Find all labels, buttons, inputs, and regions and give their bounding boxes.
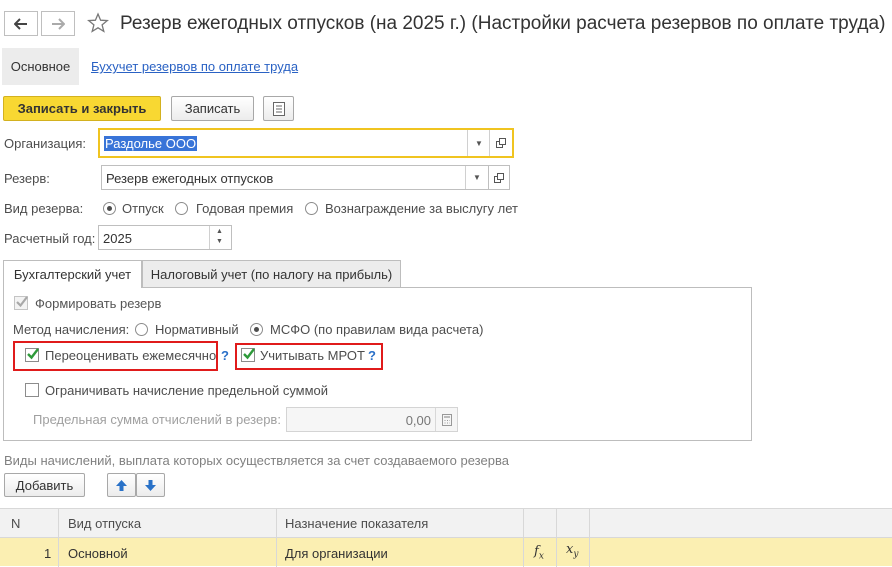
move-down-button[interactable]	[136, 473, 165, 497]
consider-mrot-label[interactable]: Учитывать МРОТ	[260, 348, 365, 363]
revalue-help-icon[interactable]: ?	[221, 348, 229, 363]
save-and-close-button[interactable]: Записать и закрыть	[3, 96, 161, 121]
limit-sum-field[interactable]: 0,00	[286, 407, 458, 432]
stepper-up-icon[interactable]: ▲	[216, 228, 223, 235]
revalue-monthly-label[interactable]: Переоценивать ежемесячно	[45, 348, 216, 363]
tab-accounting[interactable]: Бухгалтерский учет	[3, 260, 142, 288]
method-normative-radio[interactable]	[135, 323, 148, 336]
method-normative-label[interactable]: Нормативный	[155, 322, 239, 337]
kind-annual-bonus-label[interactable]: Годовая премия	[196, 201, 293, 216]
arrow-up-icon	[116, 479, 127, 491]
reserve-kind-label: Вид резерва:	[4, 201, 84, 216]
document-list-icon	[272, 101, 285, 116]
stepper-down-icon[interactable]: ▼	[216, 238, 223, 245]
reserve-value: Резерв ежегодных отпусков	[106, 171, 274, 186]
calculator-icon	[441, 413, 452, 426]
organization-label: Организация:	[4, 136, 87, 151]
tab-accounting-label: Бухгалтерский учет	[13, 267, 132, 282]
reserve-open-button[interactable]	[488, 165, 510, 190]
arrow-right-icon	[52, 17, 65, 30]
method-ifrs-label[interactable]: МСФО (по правилам вида расчета)	[270, 322, 483, 337]
add-button[interactable]: Добавить	[4, 473, 85, 497]
column-header-vacation-kind[interactable]: Вид отпуска	[68, 516, 141, 531]
save-label: Записать	[184, 101, 241, 116]
reserve-label: Резерв:	[4, 171, 50, 186]
organization-dropdown-button[interactable]: ▼	[467, 130, 490, 156]
tab-tax[interactable]: Налоговый учет (по налогу на прибыль)	[142, 260, 401, 287]
open-window-icon	[496, 138, 506, 148]
column-header-n[interactable]: N	[11, 516, 20, 531]
add-label: Добавить	[15, 477, 74, 493]
row-vacation-kind: Основной	[68, 546, 128, 561]
limit-accrual-label[interactable]: Ограничивать начисление предельной суммо…	[45, 383, 328, 398]
form-reserve-label: Формировать резерв	[35, 296, 162, 311]
chevron-down-icon: ▼	[473, 173, 481, 182]
year-stepper[interactable]: ▲ ▼	[209, 226, 231, 249]
method-ifrs-radio[interactable]	[250, 323, 263, 336]
organization-field[interactable]: Раздолье ООО ▼	[98, 128, 514, 158]
reserve-field[interactable]: Резерв ежегодных отпусков ▼	[101, 165, 489, 190]
year-field[interactable]: 2025 ▲ ▼	[98, 225, 232, 250]
row-number: 1	[44, 546, 52, 561]
organization-open-button[interactable]	[489, 130, 512, 156]
table-row[interactable]: 1 Основной Для организации fx xy	[0, 538, 892, 566]
accruals-caption: Виды начислений, выплата которых осущест…	[4, 453, 509, 468]
window-title: Резерв ежегодных отпусков (на 2025 г.) (…	[120, 13, 886, 34]
kind-vacation-label[interactable]: Отпуск	[122, 201, 164, 216]
method-label: Метод начисления:	[13, 322, 130, 337]
formula-icon[interactable]: fx	[534, 544, 544, 562]
mrot-help-icon[interactable]: ?	[368, 348, 376, 363]
tab-tax-label: Налоговый учет (по налогу на прибыль)	[150, 266, 393, 282]
kind-long-service-label[interactable]: Вознаграждение за выслугу лет	[325, 201, 518, 216]
kind-long-service-radio[interactable]	[305, 202, 318, 215]
tab-main-label: Основное	[10, 59, 71, 74]
reserve-dropdown-button[interactable]: ▼	[465, 166, 488, 189]
checkmark-icon	[16, 296, 28, 308]
accounting-reserves-link[interactable]: Бухучет резервов по оплате труда	[91, 59, 298, 74]
revalue-monthly-checkbox[interactable]	[25, 348, 39, 362]
tab-main-section[interactable]: Основное	[2, 48, 79, 85]
checkmark-icon	[243, 348, 255, 360]
arrow-left-icon	[14, 17, 27, 30]
limit-sum-value: 0,00	[405, 413, 431, 428]
kind-annual-bonus-radio[interactable]	[175, 202, 188, 215]
back-button[interactable]	[4, 11, 38, 36]
save-and-close-label: Записать и закрыть	[17, 101, 147, 116]
column-header-indicator-purpose[interactable]: Назначение показателя	[285, 516, 428, 531]
calculator-button[interactable]	[435, 408, 457, 431]
variable-icon[interactable]: xy	[566, 542, 578, 560]
favorite-star-icon[interactable]	[87, 12, 109, 37]
organization-value: Раздолье ООО	[104, 136, 198, 151]
consider-mrot-checkbox[interactable]	[241, 348, 255, 362]
year-label: Расчетный год:	[4, 231, 96, 246]
open-window-icon	[494, 172, 504, 183]
row-indicator-purpose: Для организации	[285, 546, 388, 561]
kind-vacation-radio[interactable]	[103, 202, 116, 215]
chevron-down-icon: ▼	[475, 138, 483, 148]
table-header: N Вид отпуска Назначение показателя	[0, 508, 892, 567]
form-reserve-checkbox[interactable]	[14, 296, 28, 310]
limit-sum-label: Предельная сумма отчислений в резерв:	[33, 412, 281, 427]
checkmark-icon	[27, 348, 39, 360]
save-button[interactable]: Записать	[171, 96, 254, 121]
year-value: 2025	[103, 231, 132, 246]
arrow-down-icon	[145, 479, 156, 491]
report-button[interactable]	[263, 96, 294, 121]
forward-button[interactable]	[41, 11, 75, 36]
limit-accrual-checkbox[interactable]	[25, 383, 39, 397]
move-up-button[interactable]	[107, 473, 136, 497]
